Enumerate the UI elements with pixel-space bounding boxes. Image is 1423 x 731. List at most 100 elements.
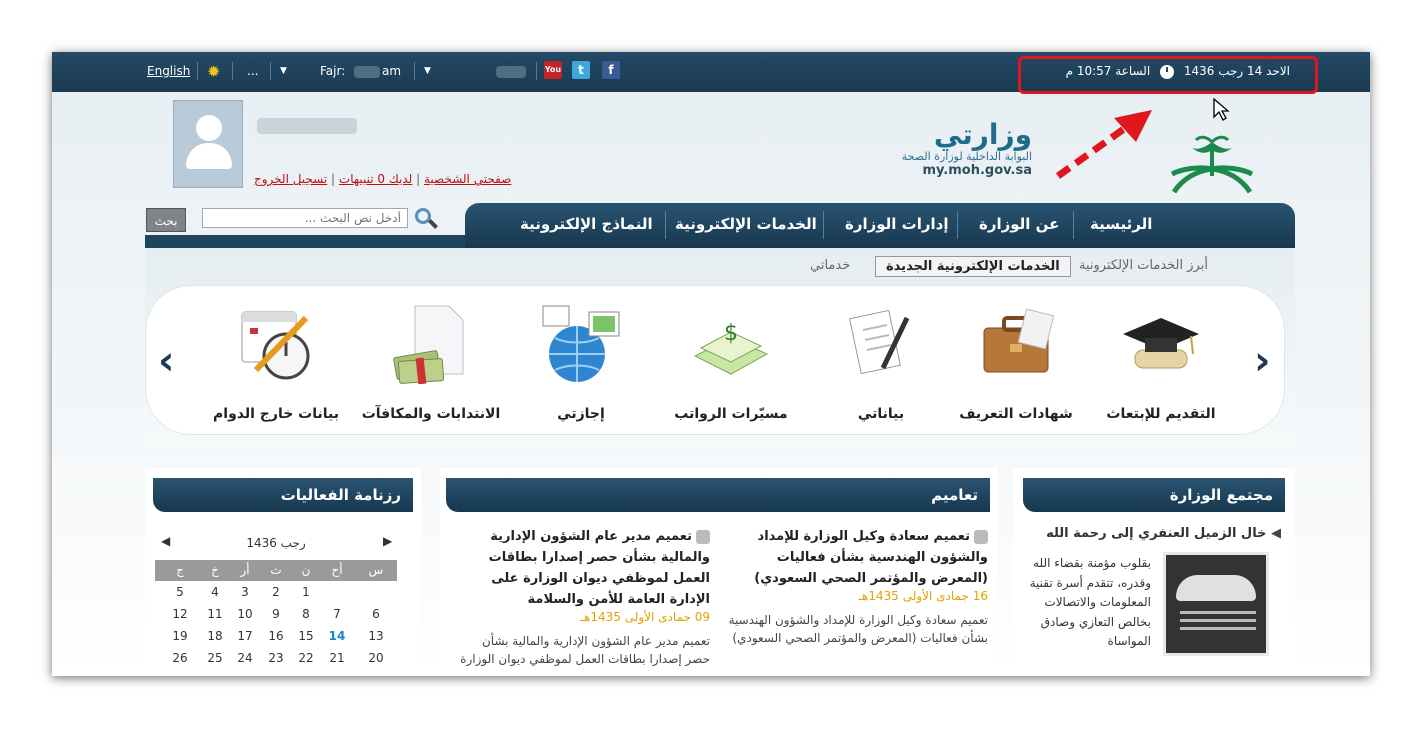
service-label: التقديم للإبتعاث [1106,406,1216,422]
service-label: إجازتي [557,406,605,422]
calendar-day[interactable]: 20 [361,651,391,665]
calendar-day[interactable]: 19 [165,629,195,643]
search-input[interactable] [202,208,408,228]
calendar-next-icon[interactable]: ▶ [383,534,392,548]
circular-item: تعميم مدير عام الشؤون الإدارية والمالية … [456,526,710,668]
calendar-day[interactable]: 26 [165,651,195,665]
youtube-icon[interactable]: You [544,61,562,79]
chevron-down-icon[interactable]: ▼ [280,66,287,76]
calendar-day[interactable]: 5 [165,585,195,599]
weekday: ث [270,563,282,577]
community-title: مجتمع الوزارة [1023,478,1285,512]
calendar-day[interactable]: 25 [200,651,230,665]
calendar-week: 20 21 22 23 24 25 26 [155,648,397,669]
avatar[interactable] [173,100,243,188]
svg-text:$: $ [724,321,738,346]
mouse-cursor-icon [1213,98,1230,121]
weekday: ج [176,563,184,577]
graduation-cap-icon [1123,318,1199,369]
circular-date: 16 جمادى الأولى 1435هـ [858,589,989,603]
alerts-link[interactable]: لديك 0 تنبيهات [339,172,412,186]
calendar-day[interactable]: 6 [361,607,391,621]
circular-headline-link[interactable]: تعميم مدير عام الشؤون الإدارية والمالية … [456,526,710,610]
divider [197,62,198,80]
calendar-day[interactable]: 7 [322,607,352,621]
weekday: أر [240,563,250,577]
portal-logo[interactable]: وزارتي البوابة الداخلية لوزارة الصحة my.… [852,118,1032,179]
calendar-day[interactable]: 3 [230,585,260,599]
calendar-day[interactable]: 24 [230,651,260,665]
calendar-week: 1 2 3 4 5 [155,582,397,603]
weekday: س [368,563,384,577]
calendar-today[interactable]: 14 [322,629,352,643]
prayer-time-blur [354,64,380,78]
nav-eforms[interactable]: النماذج الإلكترونية [520,215,653,233]
calendar-clock-icon [241,311,310,380]
calendar-day[interactable]: 8 [291,607,321,621]
search-button[interactable]: بحث [146,208,186,232]
service-label: شهادات التعريف [959,406,1073,422]
profile-link[interactable]: صفحتي الشخصية [424,172,511,186]
logo-title: وزارتي [933,118,1032,151]
calendar-month: رجب 1436 [246,536,306,550]
nav-about[interactable]: عن الوزارة [979,215,1059,233]
calendar-day[interactable]: 15 [291,629,321,643]
weekday: خ [211,563,219,577]
calendar-day[interactable]: 16 [261,629,291,643]
calendar-day[interactable]: 2 [261,585,291,599]
circulars-title: تعاميم [446,478,990,512]
chevron-down-icon[interactable]: ▼ [424,66,431,76]
service-label: الانتدابات والمكافآت [361,406,501,422]
carousel-next-icon[interactable]: › [1254,338,1270,384]
calendar-day[interactable]: 10 [230,607,260,621]
divider [414,62,415,80]
calendar-title: رزنامة الفعاليات [153,478,413,512]
prayer-label: Fajr: [320,64,346,78]
community-headline: خال الزميل العنفري إلى رحمة الله [1046,526,1267,541]
nav-home[interactable]: الرئيسية [1090,215,1152,233]
weekday: أح [331,563,343,577]
carousel-prev-icon[interactable]: ‹ [158,338,174,384]
calendar-weekdays: س أح ن ث أر خ ج [155,560,397,581]
circular-headline-link[interactable]: تعميم سعادة وكيل الوزارة للإمداد والشؤون… [726,526,988,589]
tab-featured-services[interactable]: أبرز الخدمات الإلكترونية [1079,258,1208,273]
calendar-week: 13 14 15 16 17 18 19 [155,626,397,647]
divider [536,62,537,80]
calendar-box: رزنامة الفعاليات ◀ رجب 1436 ▶ س أح ن ث أ… [145,468,421,676]
calendar-day[interactable]: 12 [165,607,195,621]
circular-headline: تعميم سعادة وكيل الوزارة للإمداد والشؤون… [754,529,988,586]
calendar-day[interactable]: 11 [200,607,230,621]
tab-new-services[interactable]: الخدمات الإلكترونية الجديدة [875,256,1071,277]
services-panel: أبرز الخدمات الإلكترونية الخدمات الإلكتر… [145,248,1295,448]
calendar-day[interactable]: 21 [322,651,352,665]
calendar-day[interactable]: 23 [261,651,291,665]
logo-url: my.moh.gov.sa [922,163,1032,178]
calendar-day[interactable]: 1 [291,585,321,599]
calendar-day[interactable]: 18 [200,629,230,643]
tab-my-services[interactable]: خدماتي [810,258,850,273]
calendar-day[interactable]: 17 [230,629,260,643]
divider [232,62,233,80]
weekday: ن [301,563,311,577]
calendar-day[interactable]: 22 [291,651,321,665]
service-label: بياناتي [857,406,905,422]
city-blur [496,64,526,78]
palm-swords-emblem-icon [1170,135,1254,194]
avatar-body [186,143,232,169]
english-link[interactable]: English [147,64,190,78]
logout-link[interactable]: تسجيل الخروج [254,172,327,186]
twitter-icon[interactable]: t [572,61,590,79]
prayer-suffix: am [382,64,402,78]
search-icon[interactable] [415,208,431,224]
nav-eservices[interactable]: الخدمات الإلكترونية [675,215,817,233]
calendar-day[interactable]: 4 [200,585,230,599]
community-headline-link[interactable]: ◀ خال الزميل العنفري إلى رحمة الله [1027,526,1281,541]
circular-headline: تعميم مدير عام الشؤون الإدارية والمالية … [488,529,710,607]
nav-departments[interactable]: إدارات الوزارة [845,215,949,233]
circular-body: تعميم سعادة وكيل الوزارة للإمداد والشؤون… [728,613,988,645]
circular-item: تعميم سعادة وكيل الوزارة للإمداد والشؤون… [726,526,988,647]
calendar-day[interactable]: 9 [261,607,291,621]
ellipsis-text: ... [247,64,259,78]
facebook-icon[interactable]: f [602,61,620,79]
calendar-day[interactable]: 13 [361,629,391,643]
